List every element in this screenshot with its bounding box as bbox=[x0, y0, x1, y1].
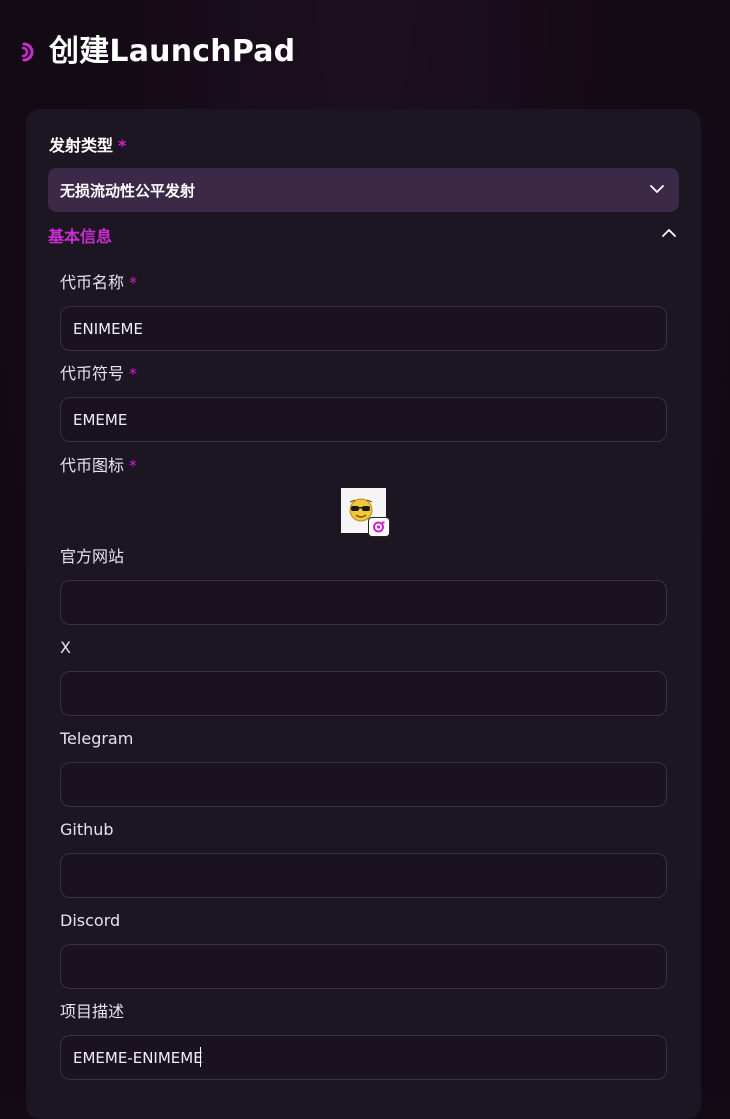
website-label: 官方网站 bbox=[60, 547, 125, 566]
page-title: 创建LaunchPad bbox=[49, 34, 296, 69]
required-mark: * bbox=[129, 456, 138, 475]
token-symbol-label-text: 代币符号 bbox=[60, 364, 125, 383]
chevron-down-icon bbox=[650, 185, 664, 193]
chevron-up-icon[interactable] bbox=[660, 226, 678, 240]
token-name-label: 代币名称 * bbox=[60, 273, 137, 293]
description-input[interactable] bbox=[60, 1035, 667, 1080]
token-name-input[interactable] bbox=[60, 306, 667, 351]
discord-label: Discord bbox=[60, 911, 121, 930]
github-label: Github bbox=[60, 820, 114, 839]
required-mark: * bbox=[118, 136, 127, 155]
telegram-label: Telegram bbox=[60, 729, 134, 748]
text-caret bbox=[200, 1047, 201, 1067]
token-symbol-label: 代币符号 * bbox=[60, 364, 137, 384]
github-input[interactable] bbox=[60, 853, 667, 898]
discord-input[interactable] bbox=[60, 944, 667, 989]
token-icon-label-text: 代币图标 bbox=[60, 456, 125, 475]
token-icon-label: 代币图标 * bbox=[60, 456, 137, 476]
telegram-input[interactable] bbox=[60, 762, 667, 807]
page-header: 创建LaunchPad bbox=[0, 0, 730, 100]
description-label: 项目描述 bbox=[60, 1002, 125, 1021]
x-input[interactable] bbox=[60, 671, 667, 716]
back-arrow-icon[interactable] bbox=[18, 38, 38, 66]
x-label: X bbox=[60, 638, 71, 657]
launch-type-label-text: 发射类型 bbox=[49, 136, 114, 155]
basic-info-section-title[interactable]: 基本信息 bbox=[48, 227, 112, 247]
website-input[interactable] bbox=[60, 580, 667, 625]
token-symbol-input[interactable] bbox=[60, 397, 667, 442]
required-mark: * bbox=[129, 364, 138, 383]
required-mark: * bbox=[129, 273, 138, 292]
launch-type-selected: 无损流动性公平发射 bbox=[60, 181, 196, 200]
launch-type-label: 发射类型 * bbox=[49, 136, 126, 156]
camera-icon[interactable] bbox=[368, 517, 390, 537]
launch-type-select[interactable]: 无损流动性公平发射 bbox=[48, 168, 679, 212]
token-name-label-text: 代币名称 bbox=[60, 273, 125, 292]
